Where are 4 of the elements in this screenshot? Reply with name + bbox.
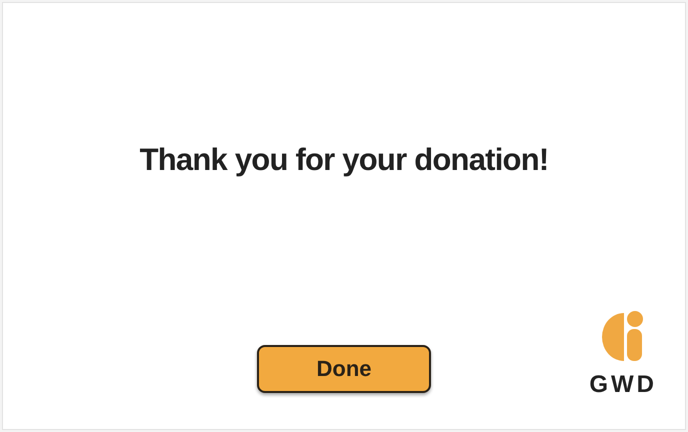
logo-text: GWD — [589, 370, 657, 400]
logo-icon — [602, 311, 644, 361]
thank-you-heading: Thank you for your donation! — [140, 141, 548, 179]
done-button[interactable]: Done — [257, 344, 431, 392]
